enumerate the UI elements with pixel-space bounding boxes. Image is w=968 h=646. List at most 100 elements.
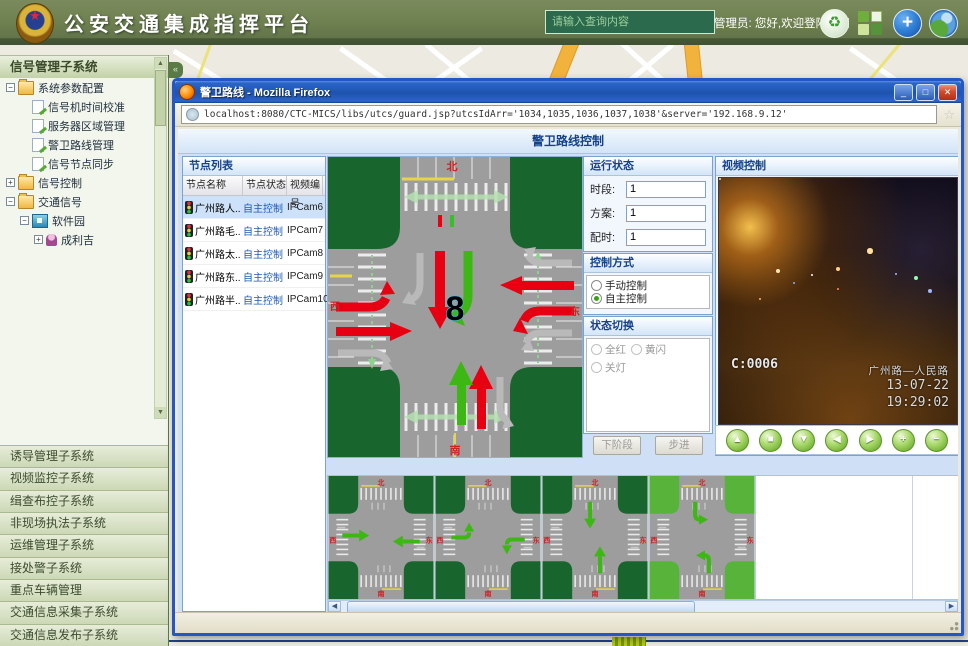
radio-button-icon[interactable] [591, 344, 602, 355]
scroll-right-icon[interactable]: ▶ [945, 601, 958, 612]
ptz-stop-icon[interactable]: ■ [759, 429, 782, 452]
tree-item[interactable]: 服务器区域管理 [0, 116, 168, 135]
node-row[interactable]: 广州路毛..自主控制IPCam7 [183, 219, 325, 242]
sidebar-item-接处警子系统[interactable]: 接处警子系统 [0, 557, 168, 579]
apps-grid-icon[interactable] [858, 11, 882, 35]
window-titlebar[interactable]: 警卫路线 - Mozilla Firefox _ □ ✕ [175, 81, 961, 103]
scroll-down-icon[interactable]: ▼ [155, 407, 166, 418]
sidebar-collapse-tab[interactable]: « [168, 62, 183, 78]
bookmark-star-icon[interactable]: ☆ [943, 107, 955, 123]
tree-item[interactable]: 信号节点同步 [0, 154, 168, 173]
node-status[interactable]: 自主控制 [243, 200, 287, 215]
resize-grip[interactable] [947, 619, 959, 631]
radio-全红[interactable]: 全红 [591, 343, 626, 356]
field-input[interactable] [626, 205, 706, 222]
node-status[interactable]: 自主控制 [243, 292, 287, 307]
ptz-zoom-in-icon[interactable]: + [892, 429, 915, 452]
label-west: 西 [329, 536, 336, 544]
tree-scrollbar[interactable]: ▲ ▼ [154, 57, 167, 419]
radio-button-icon[interactable] [591, 280, 602, 291]
sidebar-section-signal-management[interactable]: 信号管理子系统 [0, 55, 168, 79]
sidebar-item-运维管理子系统[interactable]: 运维管理子系统 [0, 534, 168, 556]
collapse-icon[interactable]: − [20, 216, 29, 225]
node-row[interactable]: 广州路东..自主控制IPCam9 [183, 265, 325, 288]
phase-thumbnail-2[interactable]: 北西东南 [435, 476, 542, 599]
tree-item[interactable]: +成利吉 [0, 230, 168, 249]
phase-thumbnail-1[interactable]: 北西东南 [328, 476, 435, 599]
video-feed[interactable]: C:0006 广州路—人民路 13-07-22 19:29:02 [718, 177, 958, 425]
scroll-left-icon[interactable]: ◀ [328, 601, 341, 612]
column-header[interactable]: 节点状态 [243, 176, 287, 195]
add-icon[interactable]: + [893, 9, 922, 38]
ptz-left-icon[interactable]: ◀ [825, 429, 848, 452]
column-header[interactable]: 节点名称 [183, 176, 243, 195]
expand-icon[interactable]: + [34, 235, 43, 244]
sidebar-item-非现场执法子系统[interactable]: 非现场执法子系统 [0, 512, 168, 534]
close-button[interactable]: ✕ [938, 84, 957, 101]
window-title: 警卫路线 - Mozilla Firefox [200, 84, 891, 100]
radio-label: 全红 [605, 342, 626, 357]
traffic-light-icon [185, 201, 193, 214]
tree-item[interactable]: 信号机时间校准 [0, 97, 168, 116]
sidebar-item-交通信息采集子系统[interactable]: 交通信息采集子系统 [0, 601, 168, 623]
radio-黄闪[interactable]: 黄闪 [631, 343, 666, 356]
globe-icon[interactable] [929, 9, 958, 38]
node-row[interactable]: 广州路人..自主控制IPCam6 [183, 196, 325, 219]
field-input[interactable] [626, 229, 706, 246]
node-row[interactable]: 广州路半..自主控制IPCam10 [183, 288, 325, 311]
search-input[interactable] [545, 10, 715, 34]
button-步进[interactable]: 步进 [655, 436, 703, 455]
node-name: 广州路半.. [195, 292, 241, 307]
field-input[interactable] [626, 181, 706, 198]
maximize-button[interactable]: □ [916, 84, 935, 101]
label-north: 北 [378, 478, 385, 487]
radio-button-icon[interactable] [591, 362, 602, 373]
url-field[interactable]: localhost:8080/CTC-MICS/libs/utcs/guard.… [181, 105, 937, 124]
tree-item[interactable]: −软件园 [0, 211, 168, 230]
sidebar-item-交通信息发布子系统[interactable]: 交通信息发布子系统 [0, 624, 168, 646]
node-row[interactable]: 广州路太..自主控制IPCam8 [183, 242, 325, 265]
sidebar-item-缉查布控子系统[interactable]: 缉查布控子系统 [0, 490, 168, 512]
scroll-up-icon[interactable]: ▲ [155, 58, 166, 69]
traffic-light-icon [185, 270, 193, 283]
collapse-icon[interactable]: − [6, 197, 15, 206]
refresh-icon[interactable]: ♻ [820, 9, 849, 38]
scrollbar-thumb[interactable] [155, 70, 166, 126]
radio-关灯[interactable]: 关灯 [591, 361, 626, 374]
node-video-id: IPCam6 [287, 202, 323, 213]
label-west: 西 [543, 536, 550, 544]
phase-thumbnail-4[interactable]: 北西东南 [649, 476, 756, 599]
tree-item[interactable]: − 交通信号 [0, 192, 168, 211]
node-status[interactable]: 自主控制 [243, 269, 287, 284]
tree-item-label: 信号机时间校准 [48, 99, 125, 115]
sidebar-item-诱导管理子系统[interactable]: 诱导管理子系统 [0, 445, 168, 467]
radio-自主控制[interactable]: 自主控制 [591, 292, 705, 305]
button-下阶段[interactable]: 下阶段 [593, 436, 641, 455]
node-status[interactable]: 自主控制 [243, 246, 287, 261]
tree-item-label: 警卫路线管理 [48, 137, 114, 153]
ptz-up-icon[interactable]: ▲ [726, 429, 749, 452]
tree-item-label: 交通信号 [38, 194, 82, 210]
tree-item[interactable]: −系统参数配置 [0, 78, 168, 97]
site-icon [186, 108, 199, 121]
ptz-zoom-out-icon[interactable]: − [925, 429, 948, 452]
tree-item[interactable]: +信号控制 [0, 173, 168, 192]
sidebar-item-重点车辆管理[interactable]: 重点车辆管理 [0, 579, 168, 601]
radio-button-icon[interactable] [591, 293, 602, 304]
phase-thumbnail-3[interactable]: 北西东南 [542, 476, 649, 599]
node-status[interactable]: 自主控制 [243, 223, 287, 238]
ptz-down-icon[interactable]: ▼ [792, 429, 815, 452]
column-header[interactable]: 视频编号 [287, 176, 323, 195]
radio-label: 关灯 [605, 360, 626, 375]
radio-button-icon[interactable] [631, 344, 642, 355]
ptz-right-icon[interactable]: ▶ [859, 429, 882, 452]
label-north: 北 [592, 478, 599, 487]
tree-item[interactable]: 警卫路线管理 [0, 135, 168, 154]
sidebar-item-视频监控子系统[interactable]: 视频监控子系统 [0, 467, 168, 489]
minimize-button[interactable]: _ [894, 84, 913, 101]
expand-icon[interactable]: + [6, 178, 15, 187]
node-video-id: IPCam7 [287, 225, 323, 236]
collapse-icon[interactable]: − [6, 83, 15, 92]
video-control-title: 视频控制 [716, 157, 958, 176]
page-icon [32, 138, 44, 152]
